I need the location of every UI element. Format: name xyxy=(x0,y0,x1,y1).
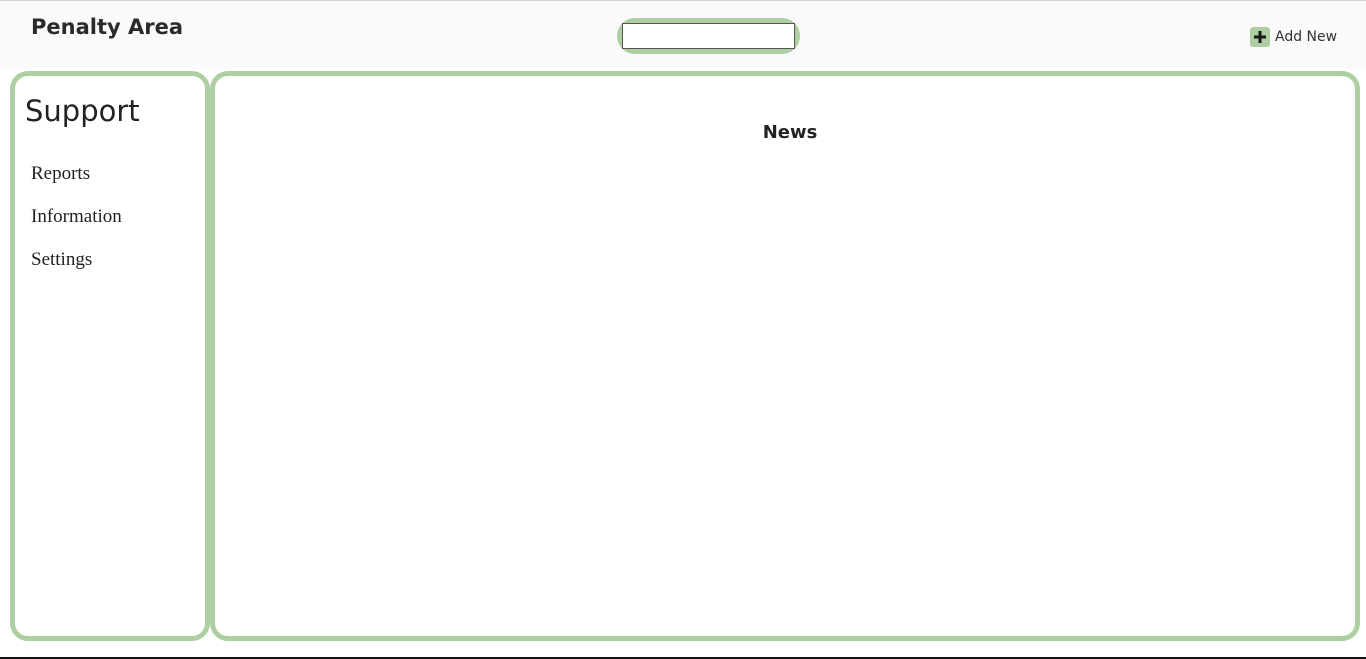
search-container xyxy=(617,18,800,54)
site-brand[interactable]: Penalty Area xyxy=(31,15,183,39)
add-new-label: Add New xyxy=(1275,29,1338,45)
sidebar-item-reports[interactable]: Reports xyxy=(31,162,122,205)
plus-icon xyxy=(1250,27,1270,47)
sidebar: Support Reports Information Settings xyxy=(10,71,210,641)
sidebar-title: Support xyxy=(25,94,140,128)
main-content: News xyxy=(210,71,1360,641)
header: Penalty Area Add New xyxy=(0,1,1366,69)
sidebar-item-settings[interactable]: Settings xyxy=(31,248,122,291)
add-new-button[interactable]: Add New xyxy=(1250,26,1337,48)
news-heading: News xyxy=(762,122,818,143)
sidebar-item-information[interactable]: Information xyxy=(31,205,122,248)
sidebar-menu: Reports Information Settings xyxy=(31,162,122,291)
search-input[interactable] xyxy=(622,23,795,49)
